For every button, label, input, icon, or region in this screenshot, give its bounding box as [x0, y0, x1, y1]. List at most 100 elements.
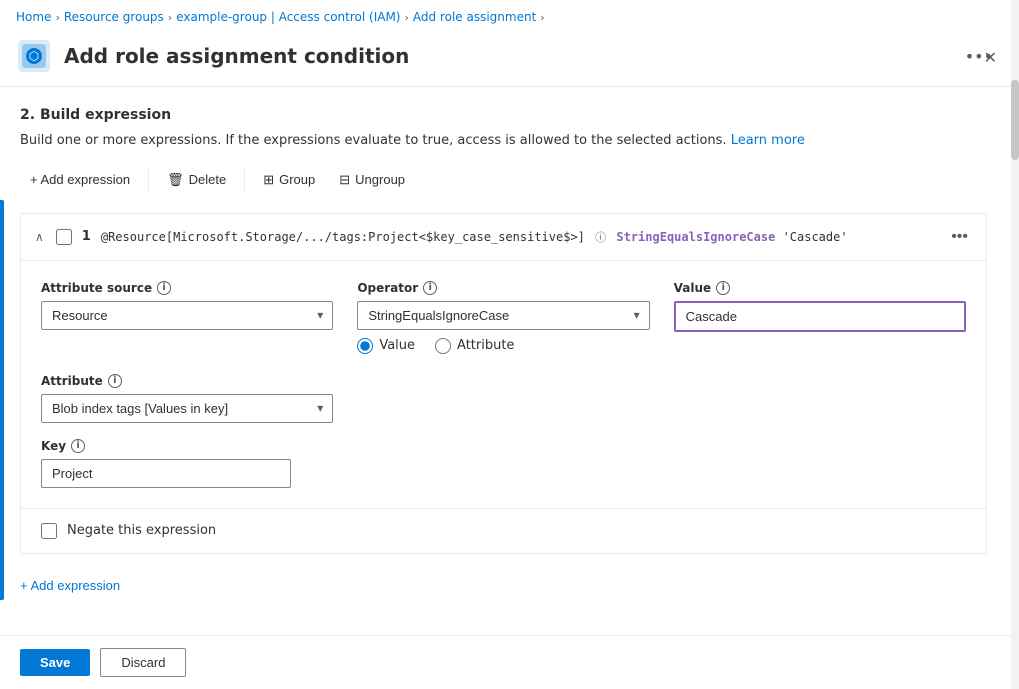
footer: Save Discard: [0, 635, 1019, 689]
main-window: Home › Resource groups › example-group |…: [0, 0, 1019, 689]
add-expression-toolbar-button[interactable]: + Add expression: [20, 167, 140, 192]
expression-header: ∧ 1 @Resource[Microsoft.Storage/.../tags…: [21, 214, 986, 261]
expression-more-button[interactable]: •••: [945, 224, 974, 250]
expression-form: Attribute source i Resource Request Envi…: [21, 261, 986, 508]
attribute-radio[interactable]: [435, 338, 451, 354]
value-text: 'Cascade': [783, 230, 848, 244]
value-radio-label[interactable]: Value: [357, 338, 415, 354]
learn-more-link[interactable]: Learn more: [731, 133, 805, 148]
negate-checkbox[interactable]: [41, 523, 57, 539]
operator-col: Operator i StringEqualsIgnoreCase String…: [357, 281, 649, 354]
add-expression-toolbar-label: + Add expression: [30, 172, 130, 187]
attribute-source-col: Attribute source i Resource Request Envi…: [41, 281, 333, 354]
group-label: Group: [279, 172, 315, 187]
expression-checkbox[interactable]: [56, 229, 72, 245]
value-type-radio-group: Value Attribute: [357, 338, 649, 354]
breadcrumb-example-group[interactable]: example-group | Access control (IAM): [176, 10, 400, 24]
expression-code: @Resource[Microsoft.Storage/.../tags:Pro…: [101, 229, 935, 245]
attribute-info-icon: i: [108, 374, 122, 388]
section-title: 2. Build expression: [20, 107, 987, 123]
expression-block-1: ∧ 1 @Resource[Microsoft.Storage/.../tags…: [20, 213, 987, 554]
operator-label-text: Operator: [357, 281, 418, 295]
attribute-source-label-text: Attribute source: [41, 281, 152, 295]
attribute-source-info-icon: i: [157, 281, 171, 295]
scrollbar[interactable]: [1011, 0, 1019, 689]
attribute-select-wrapper: Blob index tags [Values in key] Blob ind…: [41, 394, 333, 423]
key-label-text: Key: [41, 439, 66, 453]
toolbar-divider-1: [148, 170, 149, 190]
breadcrumb-sep-4: ›: [540, 11, 544, 24]
operator-info-icon: i: [423, 281, 437, 295]
collapse-icon: ∧: [35, 230, 44, 244]
row3-col3-spacer: [674, 439, 966, 488]
svg-text:⬡: ⬡: [29, 49, 39, 63]
key-label: Key i: [41, 439, 333, 453]
breadcrumb: Home › Resource groups › example-group |…: [0, 0, 1019, 30]
add-expression-link-label: + Add expression: [20, 578, 120, 593]
operator-label: Operator i: [357, 281, 649, 295]
breadcrumb-sep-2: ›: [168, 11, 172, 24]
panel-header: ⬡ Add role assignment condition ••• ✕: [0, 30, 1019, 87]
section-title-text: Build expression: [40, 107, 171, 123]
form-row-1: Attribute source i Resource Request Envi…: [41, 281, 966, 354]
attribute-label-text: Attribute: [41, 374, 103, 388]
attribute-source-select[interactable]: Resource Request Environment: [41, 301, 333, 330]
main-content: 2. Build expression Build one or more ex…: [0, 87, 1011, 635]
panel-title: Add role assignment condition: [64, 44, 949, 68]
key-info-icon: i: [71, 439, 85, 453]
breadcrumb-sep-1: ›: [55, 11, 59, 24]
ungroup-label: Ungroup: [355, 172, 405, 187]
breadcrumb-sep-3: ›: [404, 11, 408, 24]
operator-col-spacer: [357, 374, 649, 423]
attribute-radio-label[interactable]: Attribute: [435, 338, 514, 354]
form-row-3: Key i Project: [41, 439, 966, 488]
form-row-2: Attribute i Blob index tags [Values in k…: [41, 374, 966, 423]
close-icon: ✕: [984, 48, 997, 68]
attribute-label: Attribute i: [41, 374, 333, 388]
value-label: Value i: [674, 281, 966, 295]
attribute-source-select-wrapper: Resource Request Environment: [41, 301, 333, 330]
condition-icon: ⬡: [16, 38, 52, 74]
delete-label: Delete: [189, 172, 227, 187]
blue-accent-bar: [0, 200, 4, 600]
attribute-col: Attribute i Blob index tags [Values in k…: [41, 374, 333, 423]
attribute-source-label: Attribute source i: [41, 281, 333, 295]
key-col: Key i Project: [41, 439, 333, 488]
operator-highlight: StringEqualsIgnoreCase: [616, 230, 775, 244]
delete-button[interactable]: 🗑 Delete: [157, 167, 236, 193]
add-expression-link-button[interactable]: + Add expression: [20, 570, 120, 601]
close-button[interactable]: ✕: [978, 42, 1003, 74]
breadcrumb-resource-groups[interactable]: Resource groups: [64, 10, 164, 24]
section-description: Build one or more expressions. If the ex…: [20, 131, 987, 151]
ungroup-icon: ⊟: [339, 172, 350, 188]
discard-button[interactable]: Discard: [100, 648, 186, 677]
group-button[interactable]: ⊞ Group: [253, 167, 325, 193]
ungroup-button[interactable]: ⊟ Ungroup: [329, 167, 415, 193]
scroll-thumb[interactable]: [1011, 80, 1019, 160]
row3-col2-spacer: [357, 439, 649, 488]
toolbar: + Add expression 🗑 Delete ⊞ Group ⊟ Ungr…: [20, 167, 987, 193]
section-desc-text: Build one or more expressions. If the ex…: [20, 133, 727, 148]
group-icon: ⊞: [263, 172, 274, 188]
expression-number: 1: [82, 229, 91, 244]
attribute-select[interactable]: Blob index tags [Values in key] Blob ind…: [41, 394, 333, 423]
delete-icon: 🗑: [167, 172, 184, 188]
save-button[interactable]: Save: [20, 649, 90, 676]
key-input[interactable]: Project: [41, 459, 291, 488]
value-input[interactable]: Cascade: [674, 301, 966, 332]
operator-select-wrapper: StringEqualsIgnoreCase StringEquals Stri…: [357, 301, 649, 330]
value-label-text: Value: [674, 281, 712, 295]
operator-select[interactable]: StringEqualsIgnoreCase StringEquals Stri…: [357, 301, 649, 330]
value-radio-text: Value: [379, 338, 415, 353]
negate-label[interactable]: Negate this expression: [67, 523, 216, 538]
info-circle-icon: ⓘ: [595, 231, 606, 244]
code-text: @Resource[Microsoft.Storage/.../tags:Pro…: [101, 230, 585, 244]
breadcrumb-home[interactable]: Home: [16, 10, 51, 24]
value-col-spacer: [674, 374, 966, 423]
collapse-button[interactable]: ∧: [33, 228, 46, 246]
attribute-radio-text: Attribute: [457, 338, 514, 353]
value-info-icon: i: [716, 281, 730, 295]
value-radio[interactable]: [357, 338, 373, 354]
breadcrumb-add-role[interactable]: Add role assignment: [413, 10, 536, 24]
negate-section: Negate this expression: [21, 508, 986, 553]
